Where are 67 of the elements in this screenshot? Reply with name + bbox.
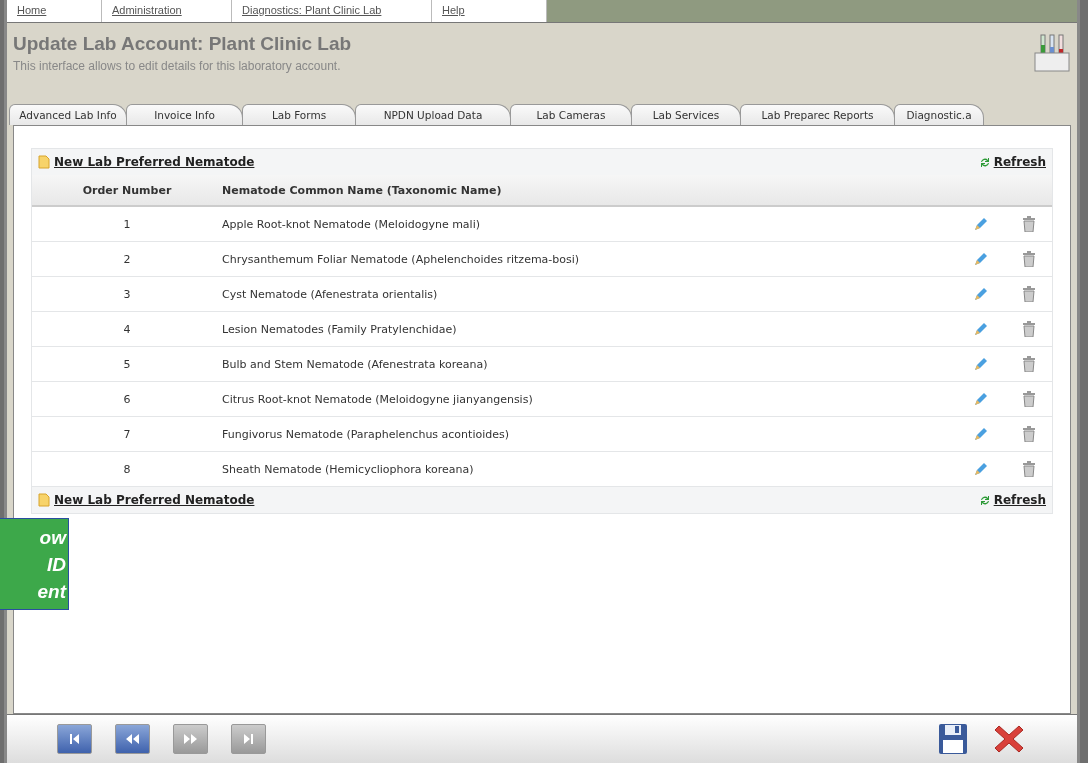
table-cell-text: 3 [122,287,132,301]
table-cell-text: 1 [122,217,132,231]
new-nematode-link[interactable]: New Lab Preferred Nematode [38,155,255,169]
first-arrow-icon [70,734,79,744]
edit-icon[interactable] [973,461,989,477]
save-icon[interactable] [938,723,968,755]
tab[interactable]: Lab Preparec Reports [740,104,895,125]
callout-text: ent [36,579,68,604]
tab[interactable]: Invoice Info [126,104,243,125]
table-cell-text: Apple Root-knot Nematode (Meloidogyne mali) [222,217,482,231]
prev-arrow-icon [126,734,139,744]
refresh-icon [979,494,990,506]
table-cell-text: Cyst Nematode (Afenestrata orientalis) [222,287,439,301]
callout-text: ow [38,525,68,550]
menu-item[interactable]: Diagnostics: Plant Clinic Lab [232,0,432,22]
column-header: Order Number [81,183,173,197]
test-tube-rack-icon [1033,33,1071,73]
menu-item[interactable]: Administration [102,0,232,22]
table-cell-text: 5 [122,357,132,371]
tab[interactable]: Lab Services [631,104,741,125]
table-cell-text: 6 [122,392,132,406]
nav-button[interactable] [57,724,92,754]
tab[interactable]: Advanced Lab Info [9,104,127,125]
callout-text: ID [46,552,67,577]
column-header: Nematode Common Name (Taxonomic Name) [222,183,503,197]
table-cell-text: 7 [122,427,132,441]
trash-icon[interactable] [1022,426,1036,442]
document-icon [38,493,50,507]
edit-icon[interactable] [973,286,989,302]
new-nematode-link[interactable]: New Lab Preferred Nematode [38,493,255,507]
edit-icon[interactable] [973,251,989,267]
trash-icon[interactable] [1022,461,1036,477]
table-cell-text: 4 [122,322,132,336]
trash-icon[interactable] [1022,391,1036,407]
tab[interactable]: Lab Forms [242,104,356,125]
edit-icon[interactable] [973,321,989,337]
refresh-icon [979,156,990,168]
trash-icon[interactable] [1022,321,1036,337]
menu-item[interactable]: Home [7,0,102,22]
table-cell-text: 8 [122,462,132,476]
trash-icon[interactable] [1022,286,1036,302]
table-cell-text: 2 [122,252,132,266]
edit-icon[interactable] [973,216,989,232]
tab[interactable]: Lab Cameras [510,104,632,125]
refresh-link[interactable]: Refresh [979,493,1046,507]
next-arrow-icon [184,734,197,744]
edit-icon[interactable] [973,426,989,442]
tab[interactable]: NPDN Upload Data [355,104,511,125]
refresh-link[interactable]: Refresh [979,155,1046,169]
table-cell-text: Bulb and Stem Nematode (Afenestrata koreana) [222,357,489,371]
document-icon [38,155,50,169]
tab[interactable]: Diagnostic.a [894,104,984,125]
edit-icon[interactable] [973,356,989,372]
table-cell-text: Fungivorus Nematode (Paraphelenchus acontioides) [222,427,510,441]
trash-icon[interactable] [1022,216,1036,232]
table-cell-text: Sheath Nematode (Hemicycliophora koreana) [222,462,475,476]
trash-icon[interactable] [1022,356,1036,372]
table-cell-text: Lesion Nematodes (Family Pratylenchidae) [222,322,458,336]
menu-item[interactable]: Help [432,0,547,22]
table-cell-text: Chrysanthemum Foliar Nematode (Aphelenchoides ritzema-bosi) [222,252,581,266]
page-subtitle: This interface allows to edit details for this laboratory account. [13,59,342,73]
trash-icon[interactable] [1022,251,1036,267]
nav-button[interactable] [115,724,150,754]
page-title: Update Lab Account: Plant Clinic Lab [13,33,352,55]
edit-icon[interactable] [973,391,989,407]
table-cell-text: Citrus Root-knot Nematode (Meloidogyne jianyangensis) [222,392,534,406]
last-arrow-icon [244,734,253,744]
